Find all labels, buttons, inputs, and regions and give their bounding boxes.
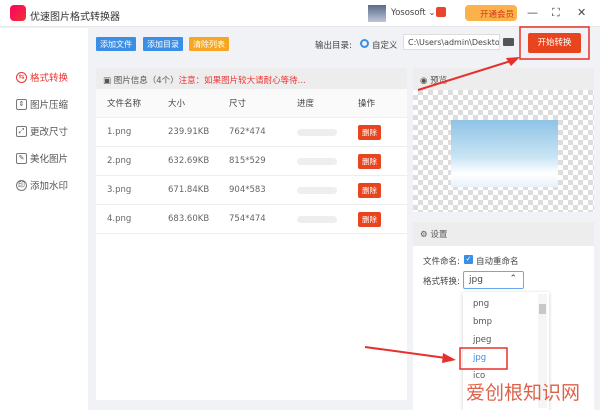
auto-rename-label: 自动重命名 bbox=[476, 257, 519, 267]
start-convert-button[interactable]: 开始转换 bbox=[528, 33, 581, 53]
sidebar-item-resize[interactable]: ⤢ 更改尺寸 bbox=[16, 124, 68, 138]
watermark-text: 爱创根知识网 bbox=[466, 382, 581, 404]
sidebar-item-watermark[interactable]: 印添加水印 bbox=[16, 178, 68, 192]
delete-button[interactable]: 删除 bbox=[358, 182, 381, 198]
file-dim: 754*474 bbox=[229, 214, 266, 224]
notice-text: 注意：如果图片较大请耐心等待... bbox=[178, 76, 306, 86]
progress-bar bbox=[297, 186, 337, 194]
preview-header: ◉ 预览 bbox=[413, 68, 594, 92]
table-header: 文件名称 大小 尺寸 进度 操作 bbox=[96, 89, 407, 118]
option-bmp[interactable]: bmp bbox=[473, 317, 492, 327]
col-size: 大小 bbox=[168, 99, 186, 109]
col-name: 文件名称 bbox=[107, 99, 142, 109]
convert-icon: ⇆ bbox=[16, 71, 27, 83]
custom-radio[interactable] bbox=[360, 39, 369, 48]
file-size: 683.60KB bbox=[168, 214, 210, 224]
add-directory-button[interactable]: 添加目录 bbox=[143, 37, 183, 51]
avatar[interactable] bbox=[368, 5, 386, 22]
table-row: 1.png 239.91KB 762*474 删除 bbox=[96, 118, 407, 147]
user-menu[interactable]: Yososoft ⌄ bbox=[391, 8, 436, 18]
vip-badge-icon bbox=[436, 7, 446, 17]
watermark-icon: 印 bbox=[16, 179, 27, 191]
image-icon: ✎ bbox=[16, 152, 27, 164]
file-size: 671.84KB bbox=[168, 185, 210, 195]
sidebar-item-compress[interactable]: ⇕ 图片压缩 bbox=[16, 97, 68, 111]
title-bar: 优速图片格式转换器 Yososoft ⌄ 开通会员 — ⛶ ✕ bbox=[0, 0, 600, 27]
file-size: 239.91KB bbox=[168, 127, 210, 137]
preview-image bbox=[451, 120, 558, 187]
vip-button[interactable]: 开通会员 bbox=[465, 5, 517, 21]
table-row: 4.png 683.60KB 754*474 删除 bbox=[96, 205, 407, 234]
col-progress: 进度 bbox=[297, 99, 315, 109]
sidebar-item-format-convert[interactable]: ⇆ 格式转换 bbox=[16, 70, 68, 84]
maximize-icon[interactable]: ⛶ bbox=[552, 6, 560, 20]
resize-icon: ⤢ bbox=[16, 125, 27, 137]
option-png[interactable]: png bbox=[473, 299, 489, 309]
progress-bar bbox=[297, 128, 337, 136]
option-jpeg[interactable]: jpeg bbox=[473, 335, 491, 345]
add-file-button[interactable]: 添加文件 bbox=[96, 37, 136, 51]
col-action: 操作 bbox=[358, 99, 376, 109]
eye-icon: ◉ bbox=[420, 76, 431, 86]
file-dim: 762*474 bbox=[229, 127, 266, 137]
clear-list-button[interactable]: 清除列表 bbox=[189, 37, 229, 51]
file-name: 2.png bbox=[107, 156, 132, 166]
table-row: 2.png 632.69KB 815*529 删除 bbox=[96, 147, 407, 176]
file-name: 1.png bbox=[107, 127, 132, 137]
file-size: 632.69KB bbox=[168, 156, 210, 166]
close-icon[interactable]: ✕ bbox=[577, 6, 586, 19]
format-label: 格式转换: bbox=[423, 277, 460, 287]
app-title: 优速图片格式转换器 bbox=[30, 12, 120, 23]
naming-label: 文件命名: bbox=[423, 257, 460, 267]
file-dim: 904*583 bbox=[229, 185, 266, 195]
file-dim: 815*529 bbox=[229, 156, 266, 166]
image-icon: ▣ bbox=[103, 76, 114, 86]
sidebar: ⇆ 格式转换 ⇕ 图片压缩 ⤢ 更改尺寸 ✎ 美化图片 印添加水印 bbox=[0, 28, 88, 410]
custom-radio-label: 自定义 bbox=[372, 41, 398, 51]
delete-button[interactable]: 删除 bbox=[358, 124, 381, 140]
gear-icon: ⚙ bbox=[420, 230, 431, 240]
output-dir-label: 输出目录: bbox=[315, 41, 352, 51]
settings-header: ⚙ 设置 bbox=[413, 222, 594, 246]
format-select[interactable]: jpg ⌃ bbox=[463, 271, 524, 289]
option-jpg[interactable]: jpg bbox=[473, 353, 486, 363]
folder-icon[interactable] bbox=[503, 38, 514, 46]
arrowhead-start bbox=[506, 57, 520, 66]
table-row: 3.png 671.84KB 904*583 删除 bbox=[96, 176, 407, 205]
minimize-icon[interactable]: — bbox=[527, 6, 538, 19]
format-value: jpg bbox=[469, 275, 483, 285]
delete-button[interactable]: 删除 bbox=[358, 153, 381, 169]
auto-rename-checkbox[interactable]: ✓ bbox=[464, 255, 473, 264]
progress-bar bbox=[297, 215, 337, 223]
progress-bar bbox=[297, 157, 337, 165]
sidebar-item-beautify[interactable]: ✎ 美化图片 bbox=[16, 151, 68, 165]
file-name: 3.png bbox=[107, 185, 132, 195]
output-path-input[interactable]: C:\Users\admin\Deskto bbox=[403, 34, 500, 50]
col-dim: 尺寸 bbox=[229, 99, 247, 109]
compress-icon: ⇕ bbox=[16, 98, 27, 110]
file-name: 4.png bbox=[107, 214, 132, 224]
chevron-up-icon: ⌃ bbox=[509, 274, 517, 284]
delete-button[interactable]: 删除 bbox=[358, 211, 381, 227]
app-logo-icon bbox=[10, 5, 26, 21]
